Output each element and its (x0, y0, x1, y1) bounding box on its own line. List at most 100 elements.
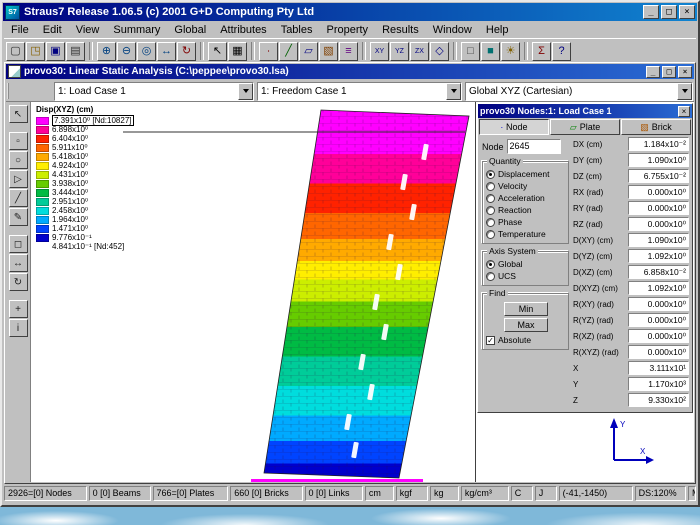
close-button[interactable]: × (679, 5, 695, 19)
pan-button[interactable]: ↔ (157, 42, 176, 61)
radio-temperature[interactable]: Temperature (486, 228, 566, 240)
menu-results[interactable]: Results (375, 23, 426, 37)
results-settings-button[interactable]: Σ (532, 42, 551, 61)
show-links-button[interactable]: ≡ (339, 42, 358, 61)
result-value[interactable]: 6.755x10⁻² (628, 169, 689, 183)
pan-tool-button[interactable]: ↔ (9, 254, 28, 272)
zoom-all-button[interactable]: ◎ (137, 42, 156, 61)
menu-summary[interactable]: Summary (106, 23, 167, 37)
result-value[interactable]: 0.000x10⁰ (628, 297, 689, 311)
select-region-button[interactable]: ▦ (228, 42, 247, 61)
radio-acceleration[interactable]: Acceleration (486, 192, 566, 204)
tab-brick[interactable]: ▧Brick (621, 119, 691, 135)
result-value[interactable]: 1.184x10⁻² (628, 137, 689, 151)
result-value[interactable]: 1.170x10³ (628, 377, 689, 391)
minimize-button[interactable]: _ (643, 5, 659, 19)
show-plates-button[interactable]: ▱ (299, 42, 318, 61)
absolute-checkbox[interactable]: ✓ (486, 336, 495, 345)
node-number-field[interactable]: 2645 (507, 139, 561, 154)
result-value[interactable]: 0.000x10⁰ (628, 345, 689, 359)
result-value[interactable]: 6.858x10⁻² (628, 265, 689, 279)
result-value[interactable]: 1.092x10⁰ (628, 281, 689, 295)
menu-global[interactable]: Global (167, 23, 213, 37)
result-value[interactable]: 1.090x10⁰ (628, 233, 689, 247)
shaded-mode-button[interactable]: ■ (481, 42, 500, 61)
radio-global[interactable]: Global (486, 258, 566, 270)
radio-ucs[interactable]: UCS (486, 270, 566, 282)
polygon-select-tool-button[interactable]: ▷ (9, 170, 28, 188)
brush-select-tool-button[interactable]: ✎ (9, 208, 28, 226)
menu-tables[interactable]: Tables (274, 23, 320, 37)
load-case-dropdown-button[interactable] (238, 83, 253, 100)
view-isometric-button[interactable]: ◇ (430, 42, 449, 61)
result-value[interactable]: 0.000x10⁰ (628, 201, 689, 215)
pointer-tool-button[interactable]: ↖ (9, 105, 28, 123)
absolute-checkbox-row[interactable]: ✓ Absolute (486, 334, 566, 346)
light-settings-button[interactable]: ☀ (501, 42, 520, 61)
radio-reaction[interactable]: Reaction (486, 204, 566, 216)
view-yz-button[interactable]: YZ (390, 42, 409, 61)
main-title-bar[interactable]: S7 Straus7 Release 1.06.5 (c) 2001 G+D C… (3, 3, 697, 21)
dynamic-rotate-button[interactable]: ↻ (177, 42, 196, 61)
menu-file[interactable]: File (4, 23, 36, 37)
open-file-button[interactable]: ◳ (26, 42, 45, 61)
result-value[interactable]: 0.000x10⁰ (628, 329, 689, 343)
results-panel-close-button[interactable]: × (678, 106, 690, 117)
document-title-bar[interactable]: provo30: Linear Static Analysis (C:\pepp… (6, 64, 694, 79)
document-close-button[interactable]: × (678, 66, 692, 78)
legend-color-chip (36, 198, 49, 206)
show-bricks-button[interactable]: ▧ (319, 42, 338, 61)
line-select-tool-button[interactable]: ╱ (9, 189, 28, 207)
wireframe-mode-button[interactable]: □ (461, 42, 480, 61)
result-value[interactable]: 3.111x10¹ (628, 361, 689, 375)
menu-property[interactable]: Property (319, 23, 375, 37)
maximize-button[interactable]: □ (661, 5, 677, 19)
find-max-button[interactable]: Max (504, 318, 548, 332)
print-button[interactable]: ▤ (66, 42, 85, 61)
result-value[interactable]: 9.330x10² (628, 393, 689, 407)
select-pointer-button[interactable]: ↖ (208, 42, 227, 61)
menu-attributes[interactable]: Attributes (213, 23, 273, 37)
circle-select-tool-button[interactable]: ○ (9, 151, 28, 169)
help-button[interactable]: ? (552, 42, 571, 61)
find-min-button[interactable]: Min (504, 302, 548, 316)
show-beams-button[interactable]: ╱ (279, 42, 298, 61)
result-value[interactable]: 0.000x10⁰ (628, 217, 689, 231)
model-canvas[interactable]: Disp(XYZ) (cm) 7.391x10⁰ [Nd:10827]6.898… (31, 102, 475, 482)
radio-displacement[interactable]: Displacement (486, 168, 566, 180)
wall-model[interactable] (237, 110, 469, 482)
measure-tool-button[interactable]: + (9, 300, 28, 318)
new-file-button[interactable]: ▢ (6, 42, 25, 61)
save-file-button[interactable]: ▣ (46, 42, 65, 61)
region-select-tool-button[interactable]: ▫ (9, 132, 28, 150)
menu-view[interactable]: View (69, 23, 107, 37)
result-value[interactable]: 1.092x10⁰ (628, 249, 689, 263)
document-restore-button[interactable]: □ (662, 66, 676, 78)
radio-velocity[interactable]: Velocity (486, 180, 566, 192)
menu-window[interactable]: Window (426, 23, 479, 37)
tab-plate[interactable]: ▱Plate (550, 119, 620, 135)
view-xy-button[interactable]: XY (370, 42, 389, 61)
zoom-out-button[interactable]: ⊖ (117, 42, 136, 61)
result-value[interactable]: 0.000x10⁰ (628, 313, 689, 327)
show-nodes-button[interactable]: ∙ (259, 42, 278, 61)
results-panel-title-bar[interactable]: provo30 Nodes:1: Load Case 1 × (478, 104, 692, 118)
document-minimize-button[interactable]: _ (646, 66, 660, 78)
zoom-in-button[interactable]: ⊕ (97, 42, 116, 61)
axis-system-combobox[interactable]: Global XYZ (Cartesian) (465, 82, 693, 101)
view-zx-button[interactable]: ZX (410, 42, 429, 61)
tab-node[interactable]: ∙Node (479, 119, 549, 135)
freedom-case-combobox[interactable]: 1: Freedom Case 1 (257, 82, 462, 101)
menu-help[interactable]: Help (479, 23, 516, 37)
zoom-box-tool-button[interactable]: ◻ (9, 235, 28, 253)
result-value[interactable]: 0.000x10⁰ (628, 185, 689, 199)
radio-phase[interactable]: Phase (486, 216, 566, 228)
load-case-combobox[interactable]: 1: Load Case 1 (54, 82, 254, 101)
entity-info-tool-button[interactable]: i (9, 319, 28, 337)
freedom-case-dropdown-button[interactable] (446, 83, 461, 100)
status-cell: J (535, 486, 557, 501)
rotate-tool-button[interactable]: ↻ (9, 273, 28, 291)
menu-edit[interactable]: Edit (36, 23, 69, 37)
result-value[interactable]: 1.090x10⁰ (628, 153, 689, 167)
axis-system-dropdown-button[interactable] (677, 83, 692, 100)
